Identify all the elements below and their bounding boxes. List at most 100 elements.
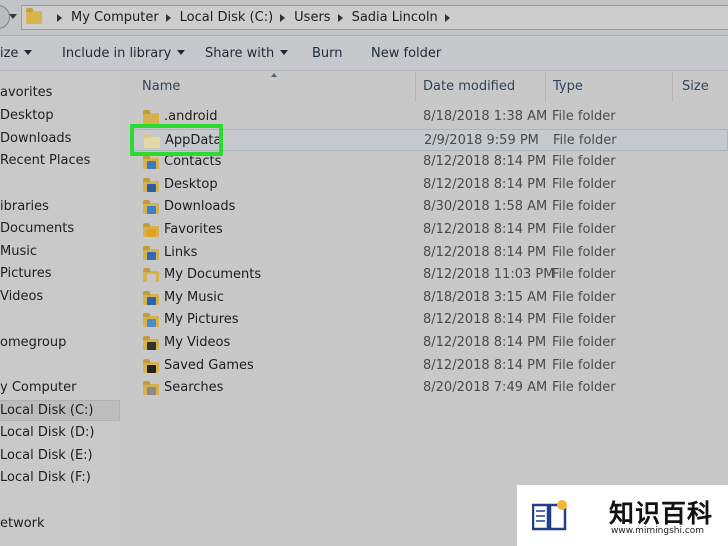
folder-icon: [26, 8, 42, 24]
file-date-modified: 8/30/2018 1:58 AM: [423, 199, 548, 215]
documents-folder-icon: [143, 268, 159, 283]
sidebar-item-pictures[interactable]: Pictures: [0, 266, 51, 281]
sidebar-item-desktop[interactable]: Desktop: [0, 108, 54, 123]
file-type: File folder: [552, 199, 616, 215]
command-toolbar: ize Include in library Share with Burn N…: [0, 37, 728, 71]
chevron-down-icon: [24, 50, 33, 55]
column-divider[interactable]: [672, 72, 673, 102]
file-date-modified: 8/18/2018 3:15 AM: [423, 289, 548, 305]
recent-pages-dropdown-icon[interactable]: [9, 14, 17, 19]
sidebar-item-local-disk-c[interactable]: Local Disk (C:): [0, 403, 93, 418]
organize-label: ize: [0, 46, 19, 61]
breadcrumb-users[interactable]: Users: [294, 10, 330, 25]
file-type: File folder: [553, 132, 617, 148]
file-type: File folder: [552, 154, 616, 170]
file-type: File folder: [552, 244, 616, 260]
file-date-modified: 8/12/2018 8:14 PM: [423, 335, 547, 350]
chevron-right-icon[interactable]: [444, 13, 450, 22]
highlight-box: [130, 124, 223, 156]
sidebar-item-downloads[interactable]: Downloads: [0, 131, 71, 146]
book-lightbulb-icon: [532, 500, 567, 531]
file-name: Desktop: [164, 176, 218, 192]
file-name: .android: [164, 109, 218, 124]
sidebar-item-recent-places[interactable]: Recent Places: [0, 153, 90, 168]
sidebar-item-videos[interactable]: Videos: [0, 289, 43, 304]
file-date-modified: 8/12/2018 11:03 PM: [423, 267, 555, 283]
sort-ascending-icon: [271, 73, 277, 77]
column-divider[interactable]: [545, 72, 546, 102]
file-name: Contacts: [164, 154, 222, 170]
file-date-modified: 8/12/2018 8:14 PM: [423, 222, 547, 237]
file-type: File folder: [552, 109, 616, 124]
file-name: My Pictures: [164, 312, 239, 328]
chevron-right-icon[interactable]: [280, 13, 286, 22]
chevron-right-icon[interactable]: [57, 13, 62, 22]
file-name: Links: [164, 244, 198, 260]
searches-folder-icon: [143, 381, 159, 396]
column-divider[interactable]: [415, 72, 416, 102]
sidebar-item-computer[interactable]: y Computer: [0, 380, 76, 395]
breadcrumb[interactable]: My Computer Local Disk (C:) Users Sadia …: [21, 5, 728, 30]
column-header-type[interactable]: Type: [553, 79, 583, 94]
watermark: 知识百科 www.mimingshi.com: [517, 485, 728, 546]
column-header-date-modified[interactable]: Date modified: [423, 79, 515, 94]
burn-button[interactable]: Burn: [312, 46, 343, 61]
sidebar-item-network[interactable]: etwork: [0, 516, 45, 531]
file-row[interactable]: Downloads 8/30/2018 1:58 AM File folder: [131, 196, 728, 218]
file-date-modified: 8/12/2018 8:14 PM: [423, 176, 547, 192]
file-name: Saved Games: [164, 357, 254, 373]
share-with-button[interactable]: Share with: [205, 46, 289, 61]
sidebar-item-favorites[interactable]: avorites: [0, 85, 52, 100]
favorites-folder-icon: [143, 223, 159, 237]
column-header-name[interactable]: Name: [142, 79, 180, 94]
file-type: File folder: [552, 222, 616, 237]
chevron-right-icon[interactable]: [337, 13, 343, 22]
breadcrumb-local-disk-c[interactable]: Local Disk (C:): [180, 10, 273, 25]
desktop-folder-icon: [143, 177, 159, 192]
include-in-library-button[interactable]: Include in library: [62, 46, 186, 61]
file-name: Favorites: [164, 222, 223, 237]
file-row[interactable]: Links 8/12/2018 8:14 PM File folder: [131, 242, 728, 264]
file-row[interactable]: My Pictures 8/12/2018 8:14 PM File folder: [131, 309, 728, 331]
chevron-down-icon: [177, 50, 186, 55]
file-type: File folder: [552, 289, 616, 305]
column-header-row: Name Date modified Type Size: [121, 72, 728, 102]
file-name: Searches: [164, 380, 224, 396]
file-date-modified: 8/12/2018 8:14 PM: [423, 357, 547, 373]
sidebar-item-documents[interactable]: Documents: [0, 221, 74, 236]
include-in-library-label: Include in library: [62, 46, 172, 61]
file-type: File folder: [552, 357, 616, 373]
downloads-folder-icon: [143, 200, 159, 215]
pictures-folder-icon: [143, 313, 159, 328]
sidebar-item-local-disk-e[interactable]: Local Disk (E:): [0, 448, 93, 463]
file-row[interactable]: Favorites 8/12/2018 8:14 PM File folder: [131, 219, 728, 241]
file-date-modified: 8/12/2018 8:14 PM: [423, 244, 547, 260]
file-row[interactable]: My Documents 8/12/2018 11:03 PM File folde…: [131, 264, 728, 286]
file-row[interactable]: My Music 8/18/2018 3:15 AM File folder: [131, 287, 728, 309]
file-row[interactable]: Desktop 8/12/2018 8:14 PM File folder: [131, 174, 728, 196]
new-folder-button[interactable]: New folder: [371, 46, 441, 61]
breadcrumb-my-computer[interactable]: My Computer: [71, 10, 159, 25]
file-row[interactable]: Searches 8/20/2018 7:49 AM File folder: [131, 377, 728, 399]
file-date-modified: 2/9/2018 9:59 PM: [424, 132, 539, 148]
file-name: Downloads: [164, 199, 236, 215]
file-date-modified: 8/12/2018 8:14 PM: [423, 154, 547, 170]
links-folder-icon: [143, 245, 159, 260]
sidebar-item-local-disk-f[interactable]: Local Disk (F:): [0, 470, 91, 485]
sidebar-item-music[interactable]: Music: [0, 244, 37, 259]
file-type: File folder: [552, 380, 616, 396]
file-type: File folder: [552, 267, 616, 283]
watermark-title: 知识百科: [609, 499, 714, 528]
sidebar-item-homegroup[interactable]: omegroup: [0, 335, 66, 350]
sidebar-item-libraries[interactable]: ibraries: [0, 199, 49, 214]
videos-folder-icon: [143, 336, 159, 350]
file-type: File folder: [552, 176, 616, 192]
share-with-label: Share with: [205, 46, 275, 61]
file-row[interactable]: Saved Games 8/12/2018 8:14 PM File folder: [131, 355, 728, 377]
column-header-size[interactable]: Size: [682, 79, 709, 94]
sidebar-item-local-disk-d[interactable]: Local Disk (D:): [0, 425, 94, 440]
breadcrumb-sadia-lincoln[interactable]: Sadia Lincoln: [352, 10, 438, 25]
organize-button[interactable]: ize: [0, 46, 33, 61]
chevron-right-icon[interactable]: [165, 13, 171, 22]
file-row[interactable]: My Videos 8/12/2018 8:14 PM File folder: [131, 332, 728, 354]
